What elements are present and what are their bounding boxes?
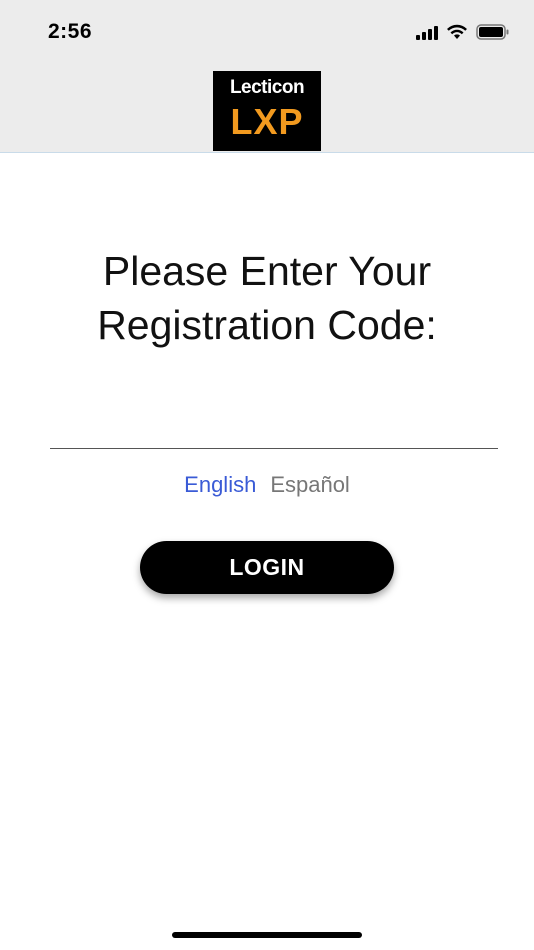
logo-wordmark: Lecticon: [229, 77, 305, 98]
wifi-icon: [446, 24, 468, 40]
status-time: 2:56: [48, 20, 93, 43]
lecticon-lxp-logo: Lecticon LXP: [213, 71, 321, 151]
language-espanol[interactable]: Español: [270, 472, 350, 498]
registration-screen: 2:56 Lecticon LXP Please Enter Your Regi…: [0, 0, 534, 950]
prompt-line-1: Please Enter Your: [102, 248, 432, 294]
battery-icon: [476, 24, 510, 40]
language-english[interactable]: English: [184, 472, 256, 498]
logo-lxp: LXP: [230, 101, 304, 142]
status-bar: 2:56: [0, 0, 534, 60]
status-icons: [416, 24, 510, 40]
home-indicator[interactable]: [172, 932, 362, 938]
registration-code-input[interactable]: [50, 404, 498, 449]
login-button[interactable]: LOGIN: [140, 541, 394, 594]
registration-prompt: Please Enter Your Registration Code:: [0, 244, 534, 352]
prompt-line-2: Registration Code:: [97, 302, 437, 348]
signal-icon: [416, 24, 438, 40]
app-header: Lecticon LXP: [0, 60, 534, 153]
language-selector: English Español: [0, 472, 534, 498]
